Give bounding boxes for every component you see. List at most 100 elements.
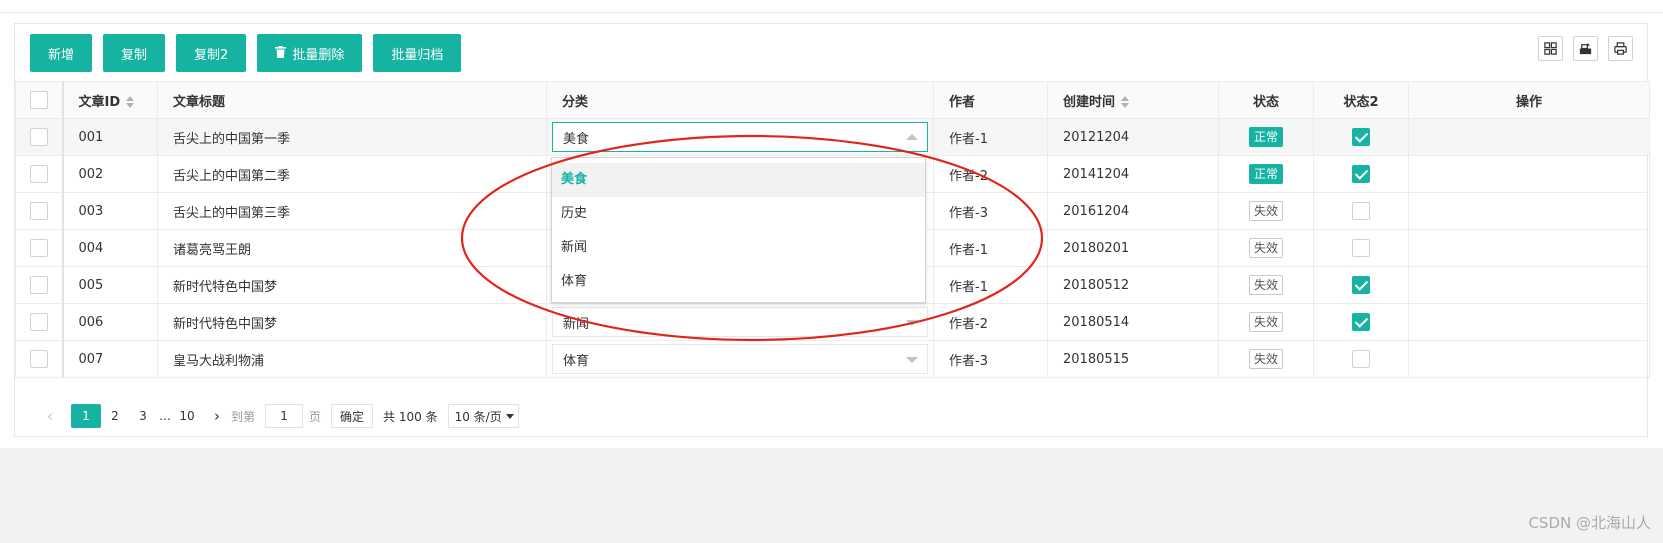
page-size-select[interactable]: 10 条/页 (447, 404, 519, 428)
batch-archive-button[interactable]: 批量归档 (373, 34, 462, 72)
cell-id: 004 (62, 229, 158, 267)
cell-status: 失效 (1218, 192, 1314, 230)
header-id-label: 文章ID (78, 94, 121, 110)
copy2-button-label: 复制2 (194, 47, 229, 63)
cell-created: 20180201 (1047, 229, 1219, 267)
status2-checkbox[interactable] (1352, 202, 1370, 220)
row-checkbox[interactable] (29, 128, 48, 146)
page-2[interactable]: 2 (101, 404, 129, 428)
header-title: 文章标题 (157, 81, 547, 119)
cell-category: 体育 (546, 340, 934, 378)
copy2-button[interactable]: 复制2 (176, 34, 247, 72)
prev-page-icon[interactable]: ‹ (42, 404, 58, 428)
batch-archive-label: 批量归档 (391, 47, 444, 63)
row-checkbox[interactable] (29, 202, 48, 220)
page-3[interactable]: 3 (129, 404, 157, 428)
header-id[interactable]: 文章ID (62, 81, 158, 119)
cell-id: 005 (62, 266, 158, 304)
category-select[interactable]: 新闻 (552, 307, 928, 337)
row-checkbox[interactable] (29, 313, 48, 331)
category-select[interactable]: 体育 (552, 344, 928, 374)
select-all-checkbox[interactable] (29, 91, 48, 109)
page-unit-label: 页 (309, 409, 322, 424)
cell-title: 舌尖上的中国第二季 (157, 155, 547, 193)
header-created[interactable]: 创建时间 (1047, 81, 1219, 119)
cell-status: 正常 (1218, 155, 1314, 193)
cell-title: 新时代特色中国梦 (157, 303, 547, 341)
category-select[interactable]: 美食 (552, 122, 928, 152)
cell-actions (1408, 118, 1650, 156)
dropdown-option[interactable]: 美食 (552, 163, 925, 197)
row-checkbox[interactable] (29, 276, 48, 294)
dropdown-option[interactable]: 历史 (552, 197, 925, 231)
row-checkbox[interactable] (29, 350, 48, 368)
category-dropdown: 美食 历史 新闻 体育 (551, 157, 926, 303)
cell-actions (1408, 192, 1650, 230)
add-button-label: 新增 (48, 47, 75, 63)
cell-title: 舌尖上的中国第一季 (157, 118, 547, 156)
status-badge: 失效 (1248, 201, 1283, 221)
cell-created: 20180512 (1047, 266, 1219, 304)
cell-id: 003 (62, 192, 158, 230)
dropdown-option[interactable]: 体育 (552, 265, 925, 299)
cell-author: 作者-1 (933, 229, 1048, 267)
chevron-down-icon (505, 413, 514, 419)
status-badge: 失效 (1248, 275, 1283, 295)
print-icon[interactable] (1608, 36, 1633, 61)
pagination: ‹ 1 2 3 … 10 › 到第 页 确定 共 100 条 10 条/页 (42, 404, 519, 428)
page-1[interactable]: 1 (71, 404, 101, 428)
cell-actions (1408, 340, 1650, 378)
row-select[interactable] (15, 266, 64, 304)
copy-button[interactable]: 复制 (103, 34, 166, 72)
cell-created: 20121204 (1047, 118, 1219, 156)
row-select[interactable] (15, 192, 64, 230)
cell-id: 002 (62, 155, 158, 193)
category-value: 体育 (563, 353, 590, 369)
header-category: 分类 (546, 81, 934, 119)
cell-status2 (1313, 118, 1409, 156)
cell-status2 (1313, 155, 1409, 193)
sort-icon[interactable] (126, 96, 135, 108)
status-badge: 失效 (1248, 238, 1283, 258)
category-value: 美食 (563, 131, 590, 147)
cell-status2 (1313, 229, 1409, 267)
cell-status2 (1313, 340, 1409, 378)
cell-created: 20141204 (1047, 155, 1219, 193)
columns-icon[interactable] (1538, 36, 1563, 61)
status2-checkbox[interactable] (1352, 276, 1370, 294)
row-select[interactable] (15, 303, 64, 341)
status2-checkbox[interactable] (1352, 350, 1370, 368)
cell-actions (1408, 155, 1650, 193)
row-select[interactable] (15, 340, 64, 378)
status2-checkbox[interactable] (1352, 239, 1370, 257)
export-icon[interactable] (1573, 36, 1598, 61)
row-select[interactable] (15, 155, 64, 193)
cell-title: 新时代特色中国梦 (157, 266, 547, 304)
row-checkbox[interactable] (29, 165, 48, 183)
toolbar: 新增 复制 复制2 批量删除 批量归档 (30, 34, 462, 72)
cell-actions (1408, 229, 1650, 267)
page-last[interactable]: 10 (173, 404, 201, 428)
dropdown-option[interactable]: 新闻 (552, 231, 925, 265)
cell-author: 作者-3 (933, 192, 1048, 230)
batch-delete-button[interactable]: 批量删除 (257, 34, 363, 72)
goto-confirm-button[interactable]: 确定 (331, 404, 374, 428)
status-badge: 失效 (1248, 312, 1283, 332)
add-button[interactable]: 新增 (30, 34, 93, 72)
table-row: 001 舌尖上的中国第一季 美食 作者-1 20121204 正常 (15, 118, 1650, 156)
status2-checkbox[interactable] (1352, 313, 1370, 331)
goto-page-input[interactable] (265, 404, 304, 428)
chevron-down-icon (906, 357, 918, 363)
header-status: 状态 (1218, 81, 1314, 119)
batch-delete-label: 批量删除 (292, 47, 345, 63)
next-page-icon[interactable]: › (209, 404, 225, 428)
status2-checkbox[interactable] (1352, 165, 1370, 183)
row-select[interactable] (15, 118, 64, 156)
header-select-all[interactable] (15, 81, 64, 119)
row-checkbox[interactable] (29, 239, 48, 257)
header-author: 作者 (933, 81, 1048, 119)
cell-author: 作者-3 (933, 340, 1048, 378)
status2-checkbox[interactable] (1352, 128, 1370, 146)
sort-icon[interactable] (1121, 96, 1130, 108)
row-select[interactable] (15, 229, 64, 267)
